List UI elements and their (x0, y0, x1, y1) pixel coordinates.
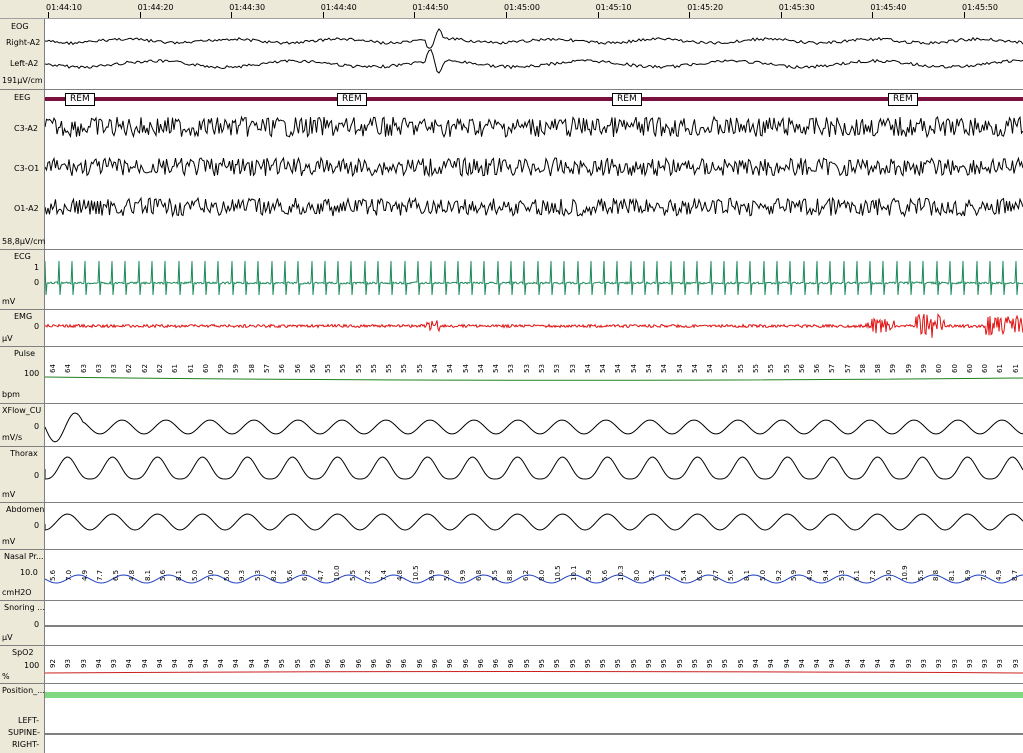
xflow-trace (45, 412, 1023, 443)
time-axis: 01:44:10 01:44:20 01:44:30 01:44:40 01:44:50… (0, 0, 1023, 19)
time-label: 01:45:00 (504, 3, 540, 12)
pulse-trace (45, 376, 1023, 381)
eeg-c3a2-trace (45, 115, 1023, 139)
pulse-tick: 100 (24, 369, 40, 378)
ecg-unit: mV (2, 297, 16, 306)
nasal-trace (45, 574, 1023, 584)
signal-trace-area[interactable] (45, 19, 1023, 753)
abdomen-trace (45, 513, 1023, 531)
eeg-scale: 58,8µV/cm (2, 237, 46, 246)
thorax-tick: 0 (34, 471, 40, 480)
xflow-unit: mV/s (2, 433, 23, 442)
spo2-trace (45, 671, 1023, 674)
eeg-o1a2-trace (45, 196, 1023, 218)
emg-trace (45, 313, 1023, 338)
snoring-tick: 0 (34, 620, 40, 629)
thorax-trace (45, 456, 1023, 480)
channel-label-ecg[interactable]: ECG (14, 252, 31, 261)
emg-tick: 0 (34, 322, 40, 331)
nasal-tick: 10.0 (20, 568, 38, 577)
emg-unit: µV (2, 334, 13, 343)
position-right-label: RIGHT- (12, 740, 40, 749)
channel-label-c3-o1[interactable]: C3-O1 (14, 164, 39, 173)
channel-label-o1-a2[interactable]: O1-A2 (14, 204, 39, 213)
time-label: 01:45:20 (687, 3, 724, 12)
xflow-tick: 0 (34, 422, 40, 431)
channel-label-snoring[interactable]: Snoring ... (4, 603, 45, 612)
channel-label-nasal-pressure[interactable]: Nasal Pr... (4, 552, 44, 561)
time-label: 01:44:30 (229, 3, 266, 12)
eeg-group-label: EEG (14, 93, 31, 102)
time-label: 01:45:40 (870, 3, 907, 12)
channel-label-spo2[interactable]: SpO2 (12, 648, 34, 657)
time-label: 01:44:10 (46, 3, 82, 12)
eog-group-label: EOG (11, 22, 29, 31)
nasal-unit: cmH2O (2, 588, 32, 597)
position-bar (45, 692, 1023, 698)
eog-right-trace (45, 28, 1023, 49)
snoring-unit: µV (2, 633, 13, 642)
time-label: 01:45:30 (778, 3, 815, 12)
channel-label-left-a2[interactable]: Left-A2 (10, 59, 38, 68)
time-label: 01:44:50 (412, 3, 449, 12)
channel-label-thorax[interactable]: Thorax (10, 449, 38, 458)
spo2-unit: % (2, 672, 10, 681)
spo2-tick: 100 (24, 661, 40, 670)
time-label: 01:44:20 (137, 3, 174, 12)
eog-left-trace (45, 49, 1023, 74)
ecg-tick-0: 0 (34, 278, 40, 287)
channel-label-right-a2[interactable]: Right-A2 (6, 38, 40, 47)
position-left-label: LEFT- (18, 716, 40, 725)
time-label: 01:45:50 (962, 3, 998, 12)
eog-scale: 191µV/cm (2, 76, 43, 85)
sleep-stage-bar (45, 97, 1023, 101)
channel-label-emg[interactable]: EMG (14, 312, 32, 321)
thorax-unit: mV (2, 490, 16, 499)
channel-label-position[interactable]: Position_... (2, 686, 45, 695)
time-label: 01:44:40 (320, 3, 357, 12)
channel-label-xflow[interactable]: XFlow_CU (2, 406, 41, 415)
abdomen-tick: 0 (34, 521, 40, 530)
time-label: 01:45:10 (595, 3, 632, 12)
channel-label-c3-a2[interactable]: C3-A2 (14, 124, 38, 133)
eeg-c3o1-trace (45, 156, 1023, 178)
ecg-tick-1: 1 (34, 263, 40, 272)
ecg-trace (45, 260, 1023, 296)
channel-label-abdomen[interactable]: Abdomen (6, 505, 44, 514)
channel-label-panel: EOG Right-A2 Left-A2 191µV/cm EEG C3-A2 … (0, 19, 45, 753)
pulse-unit: bpm (2, 390, 20, 399)
channel-label-pulse[interactable]: Pulse (14, 349, 35, 358)
position-supine-label: SUPINE- (8, 728, 41, 737)
abdomen-unit: mV (2, 537, 16, 546)
